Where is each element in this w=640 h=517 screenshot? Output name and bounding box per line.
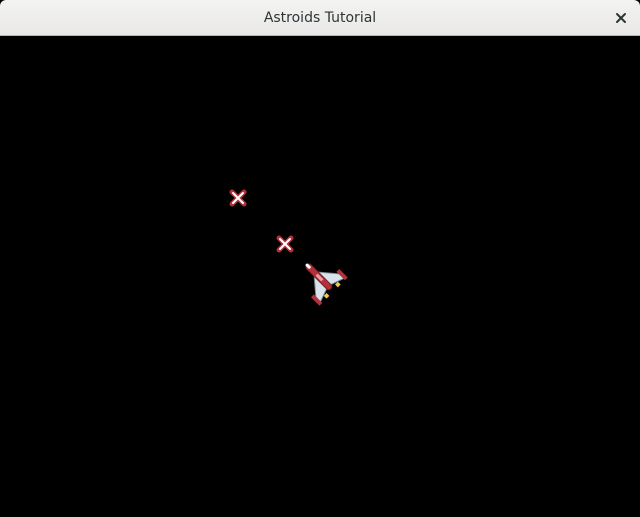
close-button[interactable] xyxy=(610,7,632,29)
title-bar[interactable]: Astroids Tutorial xyxy=(0,0,640,36)
window-title: Astroids Tutorial xyxy=(263,10,377,26)
missile-x-icon xyxy=(276,235,294,253)
app-window: Astroids Tutorial xyxy=(0,0,640,517)
missile-x-icon xyxy=(229,189,247,207)
spaceship-icon xyxy=(305,263,348,306)
game-canvas[interactable] xyxy=(0,36,640,517)
close-icon xyxy=(616,13,626,23)
